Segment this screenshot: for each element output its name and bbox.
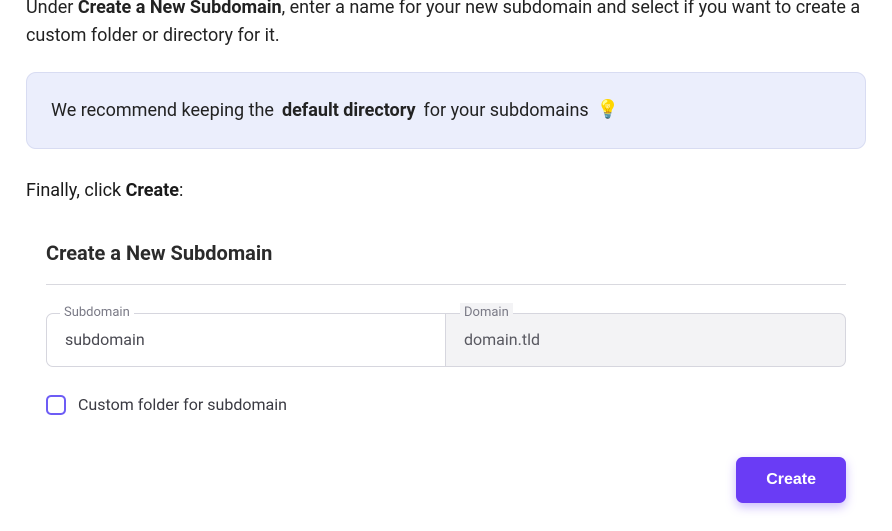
lightbulb-icon: 💡 [597,101,619,119]
subdomain-label: Subdomain [60,303,134,323]
domain-label: Domain [460,303,513,323]
custom-folder-label: Custom folder for subdomain [78,393,287,417]
final-text-2: : [179,180,183,201]
create-button[interactable]: Create [736,457,846,503]
callout-bold: default directory [282,97,416,124]
subdomain-field-wrap: Subdomain [46,313,446,367]
domain-form-row: Subdomain Domain [46,313,846,367]
callout-text-2: for your subdomains [424,97,589,124]
instruction-text-1: Under [26,0,78,18]
panel-title: Create a New Subdomain [46,238,846,285]
checkbox-icon[interactable] [46,395,66,415]
callout-text-1: We recommend keeping the [51,97,274,124]
instruction-bold-1: Create a New Subdomain [78,0,282,18]
final-instruction: Finally, click Create: [26,177,866,204]
instruction-paragraph: Under Create a New Subdomain, enter a na… [26,0,866,50]
recommendation-callout: We recommend keeping the default directo… [26,72,866,149]
domain-field-wrap: Domain [446,313,846,367]
final-text-1: Finally, click [26,180,126,201]
custom-folder-checkbox-row[interactable]: Custom folder for subdomain [46,393,846,417]
final-bold: Create [126,180,179,201]
button-row: Create [46,457,846,503]
create-subdomain-panel: Create a New Subdomain Subdomain Domain … [26,238,866,515]
